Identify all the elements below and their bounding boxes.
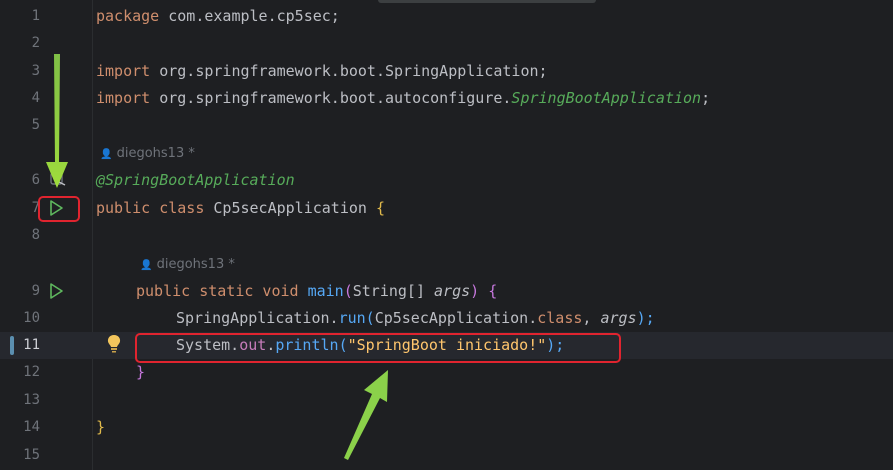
code-line-12[interactable]: 12 } xyxy=(0,359,893,386)
code-line-6[interactable]: 6 @SpringBootApplication xyxy=(0,167,893,194)
code-line-7[interactable]: 7 public class Cp5secApplication { xyxy=(0,195,893,222)
author-hint[interactable]: 👤 diegohs13 * xyxy=(100,144,195,165)
paren: ) xyxy=(470,282,480,300)
brace: { xyxy=(375,199,385,217)
param-type: String[] xyxy=(352,282,435,300)
user-icon: 👤 xyxy=(100,149,113,160)
arrow-up-icon xyxy=(344,370,388,460)
method-name: main xyxy=(298,282,344,300)
run-icon-highlight xyxy=(38,196,80,222)
line-number: 14 xyxy=(23,419,40,435)
code-text: } xyxy=(136,359,145,386)
println-highlight xyxy=(135,333,621,363)
code-line-13[interactable]: 13 xyxy=(0,387,893,414)
param-name: args xyxy=(600,309,637,327)
method-name: run xyxy=(338,309,366,327)
line-number: 8 xyxy=(31,227,40,243)
code-text: import org.springframework.boot.autoconf… xyxy=(96,85,710,112)
user-icon: 👤 xyxy=(140,260,153,271)
annotation: @SpringBootApplication xyxy=(96,171,295,189)
keyword: public class xyxy=(96,199,205,217)
line-number: 5 xyxy=(31,117,40,133)
keyword: package xyxy=(96,7,160,25)
line-number: 3 xyxy=(31,63,40,79)
param-name: args xyxy=(434,282,471,300)
keyword: public static void xyxy=(136,282,299,300)
paren: ( xyxy=(343,282,353,300)
author-name: diegohs13 * xyxy=(116,146,195,161)
brace: } xyxy=(96,418,106,436)
brace: { xyxy=(479,282,498,300)
lightbulb-icon[interactable] xyxy=(106,334,122,354)
code-text: package com.example.cp5sec; xyxy=(96,3,340,30)
brace: } xyxy=(136,363,146,381)
line-number: 1 xyxy=(31,8,40,24)
code-line-5[interactable]: 5 xyxy=(0,112,893,139)
author-name: diegohs13 * xyxy=(156,257,235,272)
code-line-15[interactable]: 15 xyxy=(0,442,893,469)
paren: ( xyxy=(365,309,375,327)
import-path: org.springframework.boot.SpringApplicati… xyxy=(150,62,548,80)
code-text: @SpringBootApplication xyxy=(96,167,295,194)
code-line-1[interactable]: 1 package com.example.cp5sec; xyxy=(0,3,893,30)
code-line-14[interactable]: 14 } xyxy=(0,414,893,441)
code-line-4[interactable]: 4 import org.springframework.boot.autoco… xyxy=(0,85,893,112)
author-hint[interactable]: 👤 diegohs13 * xyxy=(140,255,235,276)
line-number: 6 xyxy=(31,172,40,188)
line-number: 9 xyxy=(31,283,40,299)
class-name: Cp5secApplication xyxy=(204,199,376,217)
annotation-class: SpringBootApplication xyxy=(511,89,702,107)
code-text: public class Cp5secApplication { xyxy=(96,195,385,222)
code-line-3[interactable]: 3 import org.springframework.boot.Spring… xyxy=(0,58,893,85)
keyword: import xyxy=(96,62,151,80)
code-line-8[interactable]: 8 xyxy=(0,222,893,249)
line-number: 2 xyxy=(31,35,40,51)
code-editor[interactable]: 1 package com.example.cp5sec; 2 3 import… xyxy=(0,0,893,470)
line-number: 7 xyxy=(31,200,40,216)
semicolon: ; xyxy=(701,89,711,107)
line-number: 4 xyxy=(31,90,40,106)
code-text: } xyxy=(96,414,105,441)
class-ref: Cp5secApplication. xyxy=(374,309,538,327)
line-number: 12 xyxy=(23,364,40,380)
package-name: com.example.cp5sec; xyxy=(159,7,340,25)
code-text: public static void main(String[] args) { xyxy=(136,278,497,305)
keyword: import xyxy=(96,89,151,107)
arrow-down-icon xyxy=(46,54,68,188)
code-text: import org.springframework.boot.SpringAp… xyxy=(96,58,548,85)
run-method-icon[interactable] xyxy=(47,282,65,300)
line-number: 13 xyxy=(23,392,40,408)
class-ref: SpringApplication. xyxy=(176,309,339,327)
code-line-9[interactable]: 9 public static void main(String[] args)… xyxy=(0,278,893,305)
code-line-10[interactable]: 10 SpringApplication.run(Cp5secApplicati… xyxy=(0,305,893,332)
line-number: 10 xyxy=(23,310,40,326)
keyword: class xyxy=(537,309,583,327)
code-text: SpringApplication.run(Cp5secApplication.… xyxy=(176,305,655,332)
code-line-2[interactable]: 2 xyxy=(0,30,893,57)
import-path: org.springframework.boot.autoconfigure. xyxy=(150,89,512,107)
line-number: 11 xyxy=(23,337,40,353)
line-number: 15 xyxy=(23,447,40,463)
comma: , xyxy=(582,309,601,327)
paren: ); xyxy=(636,309,655,327)
